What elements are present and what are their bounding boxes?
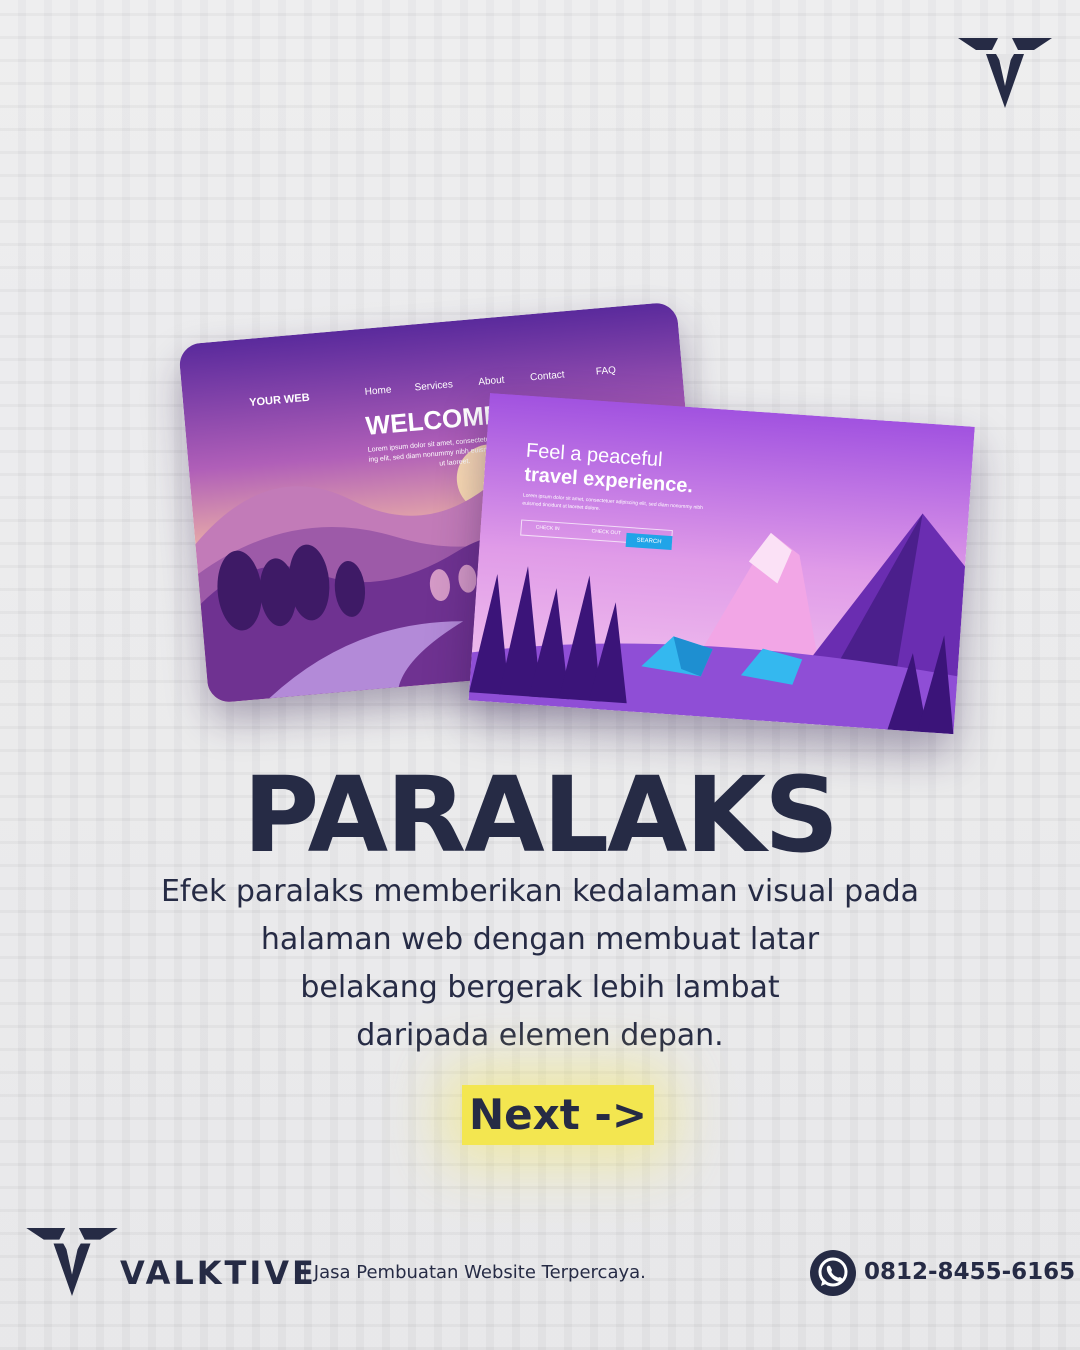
footer-brand: VALKTIVE (120, 1254, 317, 1292)
mockup-check-out: CHECK OUT (591, 528, 622, 537)
footer-tagline: | Jasa Pembuatan Website Terpercaya. (302, 1262, 646, 1283)
mockup-travel-card: Feel a peaceful travel experience. Lorem… (468, 393, 975, 735)
next-button[interactable]: Next -> (462, 1085, 654, 1145)
description: Efek paralaks memberikan kedalaman visua… (120, 868, 960, 1060)
page-title: PARALAKS (243, 754, 839, 876)
description-line-2: halaman web dengan membuat latar (260, 922, 820, 957)
description-line-3: belakang bergerak lebih lambat (300, 970, 780, 1005)
valktive-logo-icon (26, 1227, 118, 1297)
footer-phone[interactable]: 0812-8455-6165 (864, 1259, 1075, 1285)
valktive-logo-icon (958, 38, 1052, 108)
description-line-1: Efek paralaks memberikan kedalaman visua… (160, 874, 920, 909)
whatsapp-icon[interactable] (810, 1250, 856, 1296)
mockup-nav-about: About (477, 374, 505, 388)
mockup-check-in: CHECK IN (535, 524, 560, 533)
mockup-nav-faq: FAQ (595, 364, 617, 378)
mockup-nav-home: Home (364, 384, 392, 398)
description-line-4: daripada elemen depan. (356, 1018, 724, 1053)
